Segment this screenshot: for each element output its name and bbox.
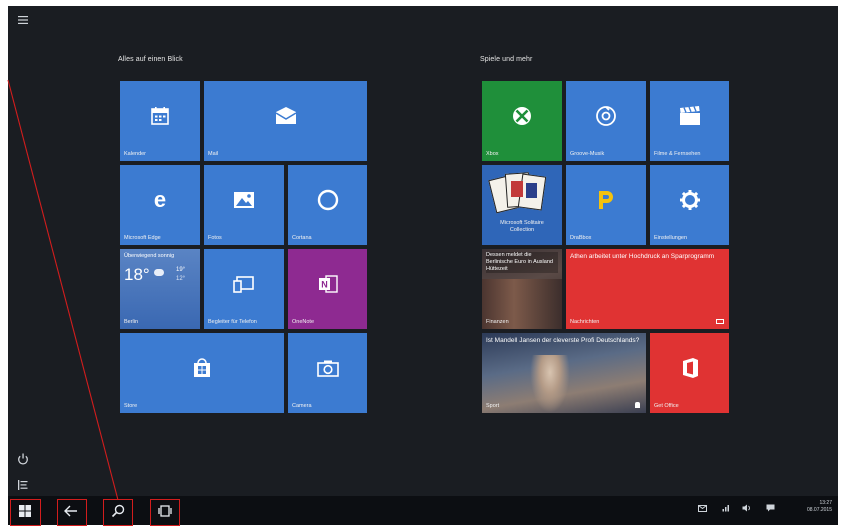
tile-finance[interactable]: Dessen meldet die Berlinische Euro in Au… [482, 249, 562, 329]
highlight-search-button [103, 499, 133, 526]
tile-xbox[interactable]: Xbox [482, 81, 562, 161]
tile-solitaire[interactable]: Microsoft Solitaire Collection [482, 165, 562, 245]
tile-label: Store [124, 403, 138, 409]
start-screen: Alles auf einen Blick Spiele und mehr Ka… [8, 6, 838, 496]
weather-high: 19° [176, 267, 186, 273]
tile-label: Fotos [208, 235, 222, 241]
highlight-start-button [10, 499, 41, 526]
tile-groove-music[interactable]: Groove-Musik [566, 81, 646, 161]
tile-label: Get Office [654, 403, 679, 409]
sport-photo [530, 355, 570, 413]
tile-sport[interactable]: Ist Mandell Jansen der cleverste Profi D… [482, 333, 646, 413]
tile-label: Finanzen [486, 319, 509, 325]
tile-label: Sport [486, 403, 500, 409]
cortana-icon [317, 189, 338, 211]
power-icon[interactable] [16, 452, 36, 472]
weather-temperature: 18° [124, 265, 150, 284]
tile-get-office[interactable]: Get Office [650, 333, 729, 413]
screenshot-frame: Alles auf einen Blick Spiele und mehr Ka… [0, 0, 845, 529]
tile-weather[interactable]: Überwiegend sonnig 18° 19° 12° Berlin [120, 249, 200, 329]
tile-label: Microsoft Edge [124, 235, 161, 241]
clock-time: 13:27 [819, 500, 832, 506]
weather-low: 12° [176, 276, 186, 282]
gear-icon [679, 190, 700, 211]
tile-settings[interactable]: Einstellungen [650, 165, 729, 245]
tile-label: OneNote [292, 319, 315, 325]
tile-mail[interactable]: Mail [204, 81, 367, 161]
finance-headline: Dessen meldet die Berlinische Euro in Au… [486, 252, 558, 273]
network-icon[interactable] [722, 504, 731, 514]
tile-label: Filme & Fernsehen [654, 151, 701, 157]
camera-icon [316, 360, 339, 377]
all-apps-icon[interactable] [16, 478, 36, 496]
solitaire-cards-image [488, 171, 550, 217]
tile-drawboard[interactable]: DraBbox [566, 165, 646, 245]
taskbar-clock[interactable]: 13:27 08.07.2015 [807, 500, 832, 514]
store-icon [194, 358, 210, 378]
groove-music-icon [596, 106, 616, 127]
tile-label: Cortana [292, 235, 312, 241]
drawboard-icon [599, 191, 613, 210]
calendar-icon [151, 107, 169, 125]
tile-films-tv[interactable]: Filme & Fernsehen [650, 81, 729, 161]
xbox-icon [513, 107, 531, 126]
action-center-icon[interactable] [766, 504, 775, 514]
tile-cortana[interactable]: Cortana [288, 165, 367, 245]
news-headline: Athen arbeitet unter Hochdruck an Sparpr… [570, 253, 715, 260]
tile-edge[interactable]: e Microsoft Edge [120, 165, 200, 245]
tile-camera[interactable]: Camera [288, 333, 367, 413]
tile-label: Groove-Musik [570, 151, 605, 157]
tile-label: Berlin [124, 319, 139, 325]
photos-icon [234, 192, 254, 209]
svg-text:N: N [321, 280, 328, 290]
weather-condition: Überwiegend sonnig [124, 253, 175, 259]
notification-icon [635, 402, 640, 408]
hamburger-icon[interactable] [16, 12, 36, 32]
office-icon [682, 358, 698, 379]
tile-label: Einstellungen [654, 235, 688, 241]
mail-icon [275, 107, 296, 125]
highlight-task-view-button [150, 499, 180, 526]
tile-label: Xbox [486, 151, 499, 157]
phone-companion-icon [233, 276, 254, 293]
tile-label: DraBbox [570, 235, 592, 241]
tile-phone-companion[interactable]: Begleiter für Telefon [204, 249, 284, 329]
tile-label: Nachrichten [570, 319, 600, 325]
tile-store[interactable]: Store [120, 333, 284, 413]
tile-label: Microsoft Solitaire Collection [500, 220, 544, 233]
edge-icon: e [154, 188, 166, 212]
sport-headline: Ist Mandell Jansen der cleverste Profi D… [486, 337, 640, 344]
highlight-back-button [57, 499, 87, 526]
tile-onenote[interactable]: N OneNote [288, 249, 367, 329]
svg-text:e: e [154, 188, 166, 212]
tile-label: Camera [292, 403, 312, 409]
people-icon[interactable] [698, 504, 707, 514]
news-badge-icon [716, 319, 724, 324]
tile-label: Mail [208, 151, 219, 157]
onenote-icon: N [318, 275, 338, 293]
tile-kalender[interactable]: Kalender [120, 81, 200, 161]
tile-fotos[interactable]: Fotos [204, 165, 284, 245]
tile-label: Begleiter für Telefon [208, 319, 257, 325]
tile-label: Kalender [124, 151, 147, 157]
group-title-right: Spiele und mehr [480, 56, 533, 63]
tile-news[interactable]: Athen arbeitet unter Hochdruck an Sparpr… [566, 249, 729, 329]
clock-date: 08.07.2015 [806, 507, 832, 513]
volume-icon[interactable] [742, 504, 752, 514]
sun-cloud-icon [154, 269, 164, 276]
group-title-left: Alles auf einen Blick [118, 56, 183, 63]
clapperboard-icon [679, 106, 700, 126]
